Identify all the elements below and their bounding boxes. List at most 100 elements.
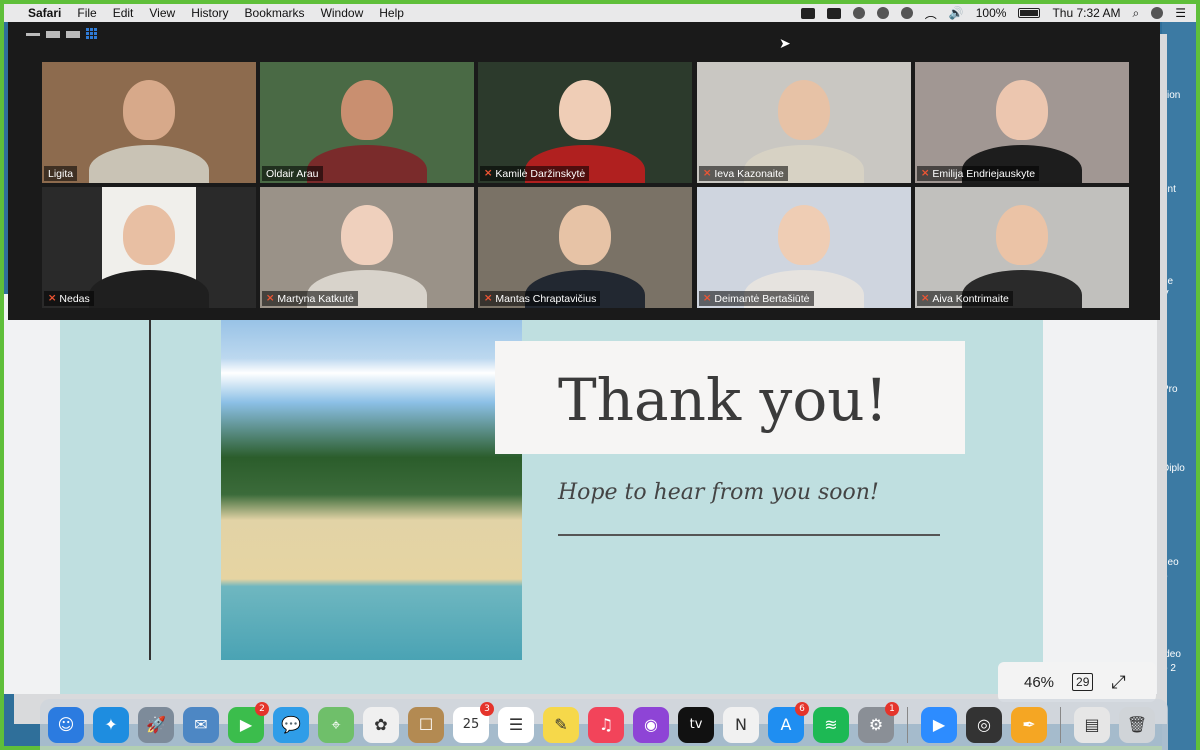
- dock-icon-glyph: ▶: [932, 715, 946, 734]
- zoom-level[interactable]: 46%: [1024, 674, 1054, 691]
- battery-icon[interactable]: [1018, 8, 1041, 18]
- speaker-view-icon[interactable]: [46, 30, 60, 38]
- menu-view[interactable]: View: [149, 6, 175, 20]
- participant-tile[interactable]: Ligita: [42, 62, 256, 183]
- documents-stack-icon[interactable]: ▤: [1074, 706, 1110, 743]
- participant-name: Kamilė Daržinskytė: [495, 167, 586, 180]
- dock-icon-glyph: ⚙: [868, 715, 884, 734]
- gallery-view-toolbar: [26, 28, 98, 40]
- slide-margin-left: [4, 294, 60, 694]
- page-indicator[interactable]: 29: [1072, 673, 1094, 691]
- muted-mic-icon: ⨯: [703, 168, 712, 179]
- app-store-icon[interactable]: A6: [768, 701, 809, 743]
- app-menu-safari[interactable]: Safari: [28, 6, 61, 20]
- dock-icon-glyph: 🚀: [146, 715, 166, 734]
- notification-badge: 6: [795, 701, 809, 716]
- dock-icon-glyph: ◎: [977, 715, 991, 734]
- fullscreen-expand-icon[interactable]: ⤢: [1111, 672, 1125, 693]
- video-call-gallery: Ligita Oldair Arau ⨯ Kamilė Daržinskytė ⨯ Iev…: [8, 22, 1160, 320]
- participant-nameplate: ⨯ Nedas: [44, 291, 94, 306]
- participant-tile[interactable]: ⨯ Mantas Chraptavičius: [478, 187, 692, 308]
- launchpad-icon[interactable]: 🚀: [138, 706, 174, 743]
- muted-mic-icon: ⨯: [484, 168, 493, 179]
- trash-icon[interactable]: 🗑: [1119, 706, 1155, 743]
- participant-tile[interactable]: ⨯ Emilija Endriejauskyte: [915, 62, 1129, 183]
- participant-face: [778, 205, 830, 265]
- participant-name: Emilija Endriejauskyte: [932, 167, 1036, 180]
- dock-icon-glyph: ✒: [1022, 715, 1036, 734]
- menubar-clock[interactable]: Thu 7:32 AM: [1052, 6, 1120, 20]
- tv-icon[interactable]: tv: [678, 706, 714, 743]
- finder-icon[interactable]: ☺: [48, 706, 84, 743]
- menu-window[interactable]: Window: [321, 6, 364, 20]
- menu-file[interactable]: File: [77, 6, 96, 20]
- dock-icon-glyph: ▶: [239, 715, 253, 734]
- participant-nameplate: Oldair Arau: [262, 166, 323, 181]
- stamp-icon[interactable]: ✉: [183, 706, 219, 743]
- facetime-icon[interactable]: ▶ 2: [228, 701, 269, 743]
- participant-nameplate: ⨯ Martyna Katkutė: [262, 291, 358, 306]
- volume-icon[interactable]: 🔊: [949, 6, 964, 20]
- dock-icon-glyph: ⌖: [331, 714, 341, 734]
- participant-tile[interactable]: ⨯ Nedas: [42, 187, 256, 308]
- maps-icon[interactable]: ⌖: [318, 706, 354, 743]
- menu-bookmarks[interactable]: Bookmarks: [245, 6, 305, 20]
- clock-status-icon[interactable]: [900, 7, 913, 19]
- dock-separator: [1060, 706, 1061, 743]
- dock-icon-glyph: A: [780, 715, 792, 734]
- menu-history[interactable]: History: [191, 6, 228, 20]
- strip-view-icon[interactable]: [66, 30, 80, 38]
- participant-face: [778, 80, 830, 140]
- dock-icon-glyph: ☺: [57, 715, 75, 734]
- subtitle-underline: [558, 534, 940, 536]
- participant-face: [996, 205, 1048, 265]
- participant-tile[interactable]: ⨯ Deimantė Bertašiūtė: [697, 187, 911, 308]
- participant-nameplate: ⨯ Mantas Chraptavičius: [480, 291, 601, 306]
- spotify-icon[interactable]: ≋: [813, 706, 849, 743]
- notes-icon[interactable]: ✎: [543, 706, 579, 743]
- battery-percent[interactable]: 100%: [976, 6, 1007, 20]
- calendar-icon[interactable]: 25 3: [453, 701, 494, 743]
- music-icon[interactable]: ♫: [588, 706, 624, 743]
- muted-mic-icon: ⨯: [266, 293, 275, 304]
- participant-tile[interactable]: ⨯ Martyna Katkutė: [260, 187, 474, 308]
- participant-face: [123, 205, 175, 265]
- screen-share-icon[interactable]: [826, 7, 841, 19]
- creative-cloud-icon[interactable]: [852, 7, 865, 19]
- participant-nameplate: ⨯ Ieva Kazonaite: [699, 166, 788, 181]
- participant-face: [341, 205, 393, 265]
- photos-icon[interactable]: ✿: [363, 706, 399, 743]
- sync-icon[interactable]: [876, 7, 889, 19]
- zoom-icon[interactable]: ▶: [921, 706, 957, 743]
- gallery-view-icon[interactable]: [86, 28, 98, 40]
- contacts-icon[interactable]: ☐: [408, 706, 444, 743]
- pages-icon[interactable]: ✒: [1011, 706, 1047, 743]
- participant-tile[interactable]: ⨯ Ieva Kazonaite: [697, 62, 911, 183]
- notification-center-icon[interactable]: ☰: [1175, 6, 1186, 20]
- dock-icon-glyph: 🗑: [1126, 715, 1148, 734]
- menu-help[interactable]: Help: [379, 6, 404, 20]
- wifi-icon[interactable]: ︵: [925, 5, 937, 22]
- spotlight-search-icon[interactable]: ⌕: [1133, 6, 1140, 21]
- notification-badge: 1: [885, 701, 899, 716]
- screenshot-icon[interactable]: ◎: [966, 706, 1002, 743]
- user-avatar-icon[interactable]: [1151, 7, 1164, 19]
- minimize-view-icon[interactable]: [26, 32, 40, 36]
- news-icon[interactable]: N: [723, 706, 759, 743]
- participant-name: Mantas Chraptavičius: [495, 292, 597, 305]
- podcasts-icon[interactable]: ◉: [633, 706, 669, 743]
- reminders-icon[interactable]: ☰: [498, 706, 534, 743]
- participant-name: Nedas: [59, 292, 90, 305]
- menu-edit[interactable]: Edit: [113, 6, 134, 20]
- participant-name: Oldair Arau: [266, 167, 319, 180]
- muted-mic-icon: ⨯: [484, 293, 493, 304]
- participant-tile[interactable]: ⨯ Aiva Kontrimaite: [915, 187, 1129, 308]
- messages-icon[interactable]: 💬: [273, 706, 309, 743]
- facetime-status-icon[interactable]: [800, 7, 815, 19]
- settings-icon[interactable]: ⚙ 1: [858, 701, 899, 743]
- dock-icon-glyph: 25: [462, 717, 480, 732]
- dock-icon-glyph: ▤: [1084, 715, 1100, 734]
- participant-tile[interactable]: ⨯ Kamilė Daržinskytė: [478, 62, 692, 183]
- safari-icon[interactable]: ✦: [93, 706, 129, 743]
- participant-tile[interactable]: Oldair Arau: [260, 62, 474, 183]
